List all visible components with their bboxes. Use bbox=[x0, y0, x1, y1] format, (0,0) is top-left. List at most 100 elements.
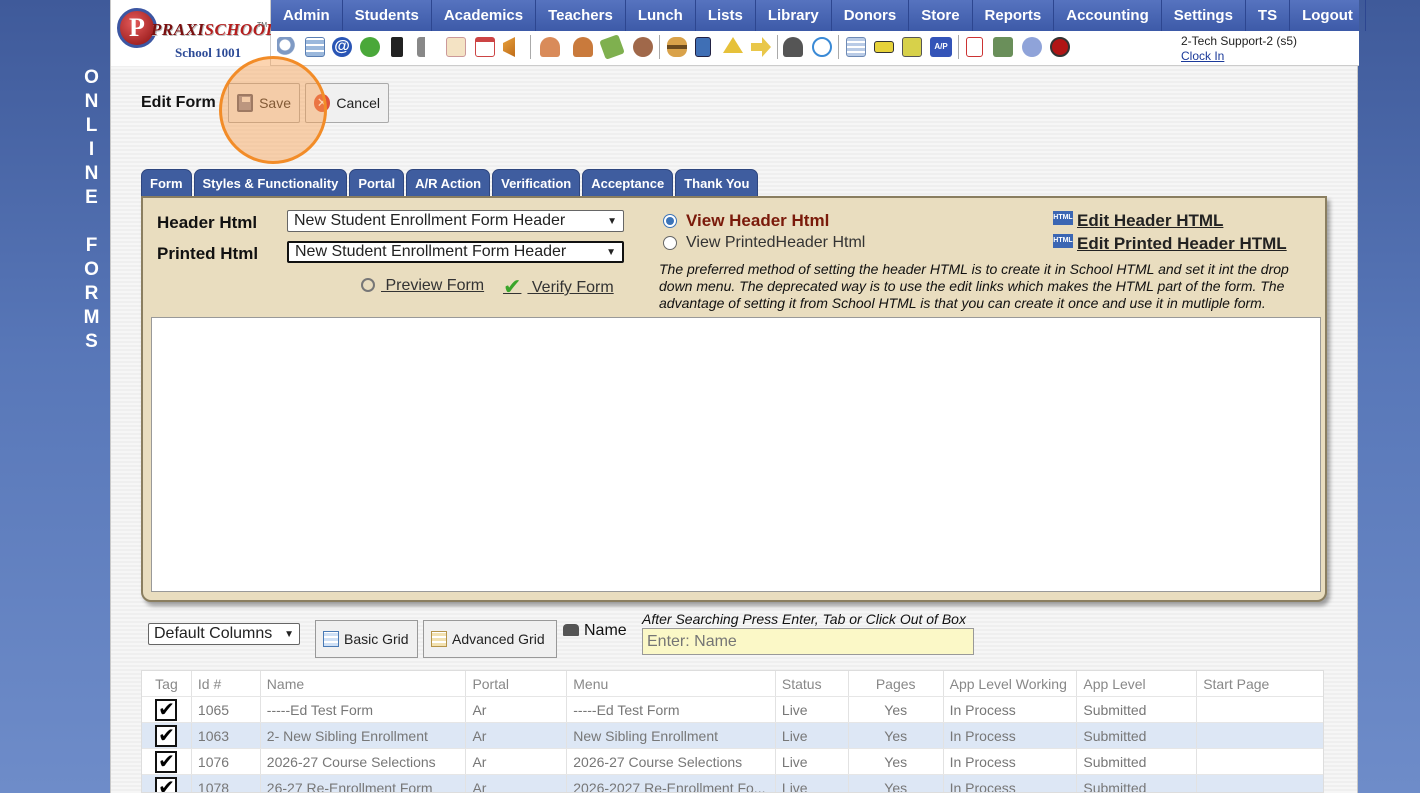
col-header-app-level[interactable]: App Level bbox=[1077, 671, 1198, 696]
clock-in-link[interactable]: Clock In bbox=[1181, 49, 1297, 64]
radio-view-header[interactable]: View Header Html bbox=[663, 211, 829, 231]
col-header-id[interactable]: Id # bbox=[192, 671, 261, 696]
tab-verification[interactable]: Verification bbox=[492, 169, 581, 197]
nav-settings[interactable]: Settings bbox=[1162, 0, 1246, 31]
date-icon[interactable] bbox=[475, 37, 495, 57]
col-header-tag[interactable]: Tag bbox=[142, 671, 192, 696]
help-icon[interactable] bbox=[1022, 37, 1042, 57]
tab-thank-you[interactable]: Thank You bbox=[675, 169, 759, 197]
nav-library[interactable]: Library bbox=[756, 0, 832, 31]
grid-icon[interactable] bbox=[305, 37, 325, 57]
tag-checkbox[interactable]: ✔ bbox=[155, 776, 178, 792]
chat-icon[interactable] bbox=[360, 37, 380, 57]
student-add-icon[interactable] bbox=[540, 37, 560, 57]
radio-button-checked[interactable] bbox=[663, 214, 677, 228]
preview-form-link[interactable]: Preview Form bbox=[361, 277, 484, 295]
tag-cell: ✔ bbox=[142, 775, 192, 792]
portal-cell: Ar bbox=[466, 723, 568, 748]
calendar-icon[interactable] bbox=[446, 37, 466, 57]
basic-grid-button[interactable]: Basic Grid bbox=[315, 620, 418, 658]
cancel-button[interactable]: ✕ Cancel bbox=[305, 83, 389, 123]
nav-reports[interactable]: Reports bbox=[973, 0, 1055, 31]
nav-accounting[interactable]: Accounting bbox=[1054, 0, 1162, 31]
money-icon[interactable] bbox=[599, 34, 625, 60]
menu-cell: New Sibling Enrollment bbox=[567, 723, 776, 748]
col-header-pages[interactable]: Pages bbox=[849, 671, 944, 696]
name-search-input[interactable] bbox=[642, 628, 974, 655]
columns-select[interactable]: Default Columns ▼ bbox=[148, 623, 300, 645]
portal-cell: Ar bbox=[466, 697, 568, 722]
toolbar-separator bbox=[530, 35, 531, 59]
logo[interactable]: P PRAXISCHOOL TM School 1001 bbox=[111, 0, 276, 66]
payment-icon[interactable] bbox=[993, 37, 1013, 57]
table-row[interactable]: ✔ 1063 2- New Sibling Enrollment Ar New … bbox=[142, 723, 1323, 749]
chevron-down-icon: ▼ bbox=[284, 628, 294, 640]
start-page-cell bbox=[1197, 749, 1323, 774]
radio-button[interactable] bbox=[663, 236, 677, 250]
col-header-status[interactable]: Status bbox=[776, 671, 849, 696]
edit-header-html-link[interactable]: HTML Edit Header HTML bbox=[1053, 211, 1223, 231]
verify-form-link[interactable]: ✔ Verify Form bbox=[503, 274, 614, 300]
speaker-icon[interactable] bbox=[417, 37, 437, 57]
clock-icon[interactable] bbox=[812, 37, 832, 57]
tab-portal[interactable]: Portal bbox=[349, 169, 405, 197]
phone-icon[interactable] bbox=[391, 37, 403, 57]
tag-checkbox[interactable]: ✔ bbox=[155, 750, 178, 773]
table-row[interactable]: ✔ 1078 26-27 Re-Enrollment Form Ar 2026-… bbox=[142, 775, 1323, 792]
col-header-start-page[interactable]: Start Page bbox=[1197, 671, 1323, 696]
advanced-grid-button[interactable]: Advanced Grid bbox=[423, 620, 557, 658]
col-header-name[interactable]: Name bbox=[261, 671, 467, 696]
save-button[interactable]: Save bbox=[228, 83, 300, 123]
col-header-app-level-working[interactable]: App Level Working bbox=[944, 671, 1078, 696]
form-tabs: Form Styles & Functionality Portal A/R A… bbox=[141, 169, 759, 197]
forward-icon[interactable] bbox=[751, 37, 771, 57]
tab-ar-action[interactable]: A/R Action bbox=[406, 169, 491, 197]
family-icon[interactable] bbox=[633, 37, 653, 57]
alert-icon[interactable] bbox=[1050, 37, 1070, 57]
edit-printed-header-html-link[interactable]: HTML Edit Printed Header HTML bbox=[1053, 234, 1287, 254]
lunch-icon[interactable] bbox=[667, 37, 687, 57]
pdf-icon[interactable] bbox=[966, 37, 983, 57]
nav-logout[interactable]: Logout bbox=[1290, 0, 1366, 31]
nav-teachers[interactable]: Teachers bbox=[536, 0, 626, 31]
nav-ts[interactable]: TS bbox=[1246, 0, 1291, 31]
nav-lunch[interactable]: Lunch bbox=[626, 0, 696, 31]
printed-html-select[interactable]: New Student Enrollment Form Header ▼ bbox=[287, 241, 624, 263]
printed-html-select-value: New Student Enrollment Form Header bbox=[295, 243, 567, 260]
report-icon[interactable] bbox=[846, 37, 866, 57]
accounts-payable-icon[interactable]: A/P bbox=[930, 37, 952, 57]
nav-store[interactable]: Store bbox=[909, 0, 973, 31]
nav-admin[interactable]: Admin bbox=[271, 0, 343, 31]
book-icon[interactable] bbox=[695, 37, 711, 57]
radio-view-header-label: View Header Html bbox=[686, 211, 830, 230]
tab-acceptance[interactable]: Acceptance bbox=[582, 169, 674, 197]
email-icon[interactable]: @ bbox=[332, 37, 352, 57]
search-icon[interactable] bbox=[277, 37, 297, 57]
tag-checkbox[interactable]: ✔ bbox=[155, 698, 178, 721]
nav-lists[interactable]: Lists bbox=[696, 0, 756, 31]
teacher-icon[interactable] bbox=[783, 37, 803, 57]
nav-students[interactable]: Students bbox=[343, 0, 432, 31]
col-header-portal[interactable]: Portal bbox=[466, 671, 568, 696]
id-cell: 1078 bbox=[192, 775, 261, 792]
side-letter: R bbox=[84, 283, 100, 304]
tab-styles-functionality[interactable]: Styles & Functionality bbox=[193, 169, 348, 197]
col-header-menu[interactable]: Menu bbox=[567, 671, 776, 696]
card-icon[interactable] bbox=[874, 41, 894, 53]
menu-cell: 2026-2027 Re-Enrollment Fo... bbox=[567, 775, 776, 792]
student-icon[interactable] bbox=[573, 37, 593, 57]
grid-add-icon bbox=[323, 631, 339, 647]
header-html-select[interactable]: New Student Enrollment Form Header ▼ bbox=[287, 210, 624, 232]
bell-icon[interactable] bbox=[723, 37, 743, 53]
table-row[interactable]: ✔ 1076 2026-27 Course Selections Ar 2026… bbox=[142, 749, 1323, 775]
app-level-cell: Submitted bbox=[1077, 775, 1198, 792]
nav-academics[interactable]: Academics bbox=[432, 0, 537, 31]
radio-view-printed-header[interactable]: View PrintedHeader Html bbox=[663, 234, 865, 252]
megaphone-icon[interactable] bbox=[503, 37, 515, 57]
nav-donors[interactable]: Donors bbox=[832, 0, 910, 31]
cash-register-icon[interactable] bbox=[902, 37, 922, 57]
forms-table: Tag Id # Name Portal Menu Status Pages A… bbox=[141, 670, 1324, 793]
table-row[interactable]: ✔ 1065 -----Ed Test Form Ar -----Ed Test… bbox=[142, 697, 1323, 723]
tag-checkbox[interactable]: ✔ bbox=[155, 724, 178, 747]
tab-form[interactable]: Form bbox=[141, 169, 192, 197]
